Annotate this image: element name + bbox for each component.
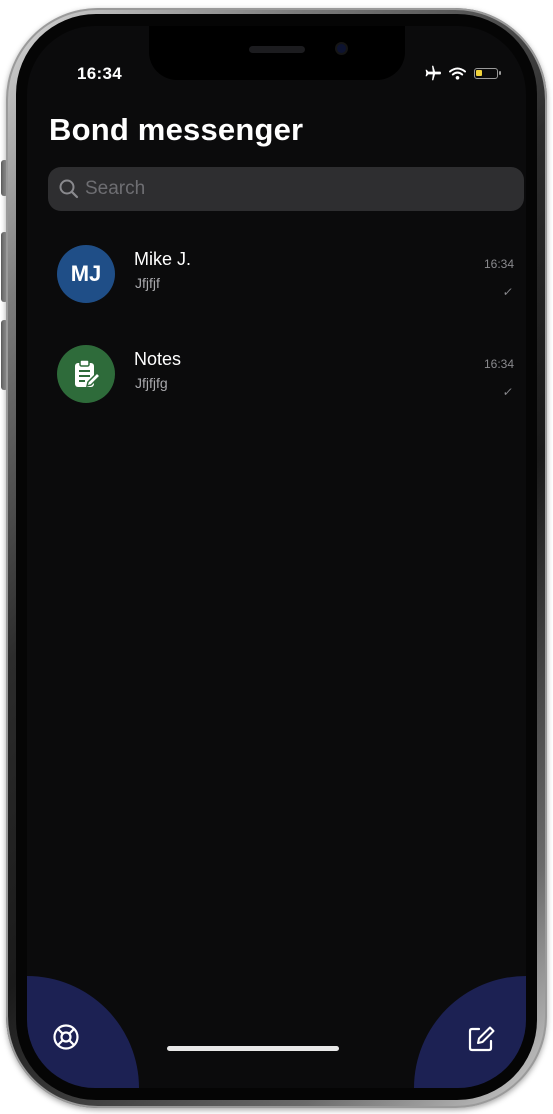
front-camera — [337, 44, 346, 53]
status-icons — [423, 62, 501, 84]
battery-cap — [499, 70, 501, 75]
settings-button[interactable] — [27, 976, 139, 1088]
app-screen: 16:34 Bond messenger Search MJ Mike J. J… — [27, 26, 526, 1088]
chat-row-notes[interactable]: Notes Jfjfjfg 16:34 ✓ — [27, 331, 526, 431]
notes-avatar — [57, 345, 115, 403]
read-check-icon: ✓ — [501, 285, 515, 299]
wifi-icon — [449, 67, 466, 80]
phone-mockup: 16:34 Bond messenger Search MJ Mike J. J… — [0, 0, 553, 1114]
page-title: Bond messenger — [49, 112, 304, 147]
chat-name: Notes — [134, 349, 182, 369]
notch — [149, 26, 405, 80]
airplane-icon — [423, 65, 441, 81]
chat-row-mike[interactable]: MJ Mike J. Jfjfjf 16:34 ✓ — [27, 231, 526, 331]
chat-list: MJ Mike J. Jfjfjf 16:34 ✓ Notes Jfjfjfg … — [27, 231, 526, 431]
read-check-icon: ✓ — [501, 385, 515, 399]
search-input[interactable] — [85, 178, 485, 200]
chat-time: 16:34 — [483, 357, 514, 371]
search-bar[interactable] — [48, 167, 524, 211]
chat-name: Mike J. — [134, 249, 192, 269]
chat-time: 16:34 — [483, 257, 514, 271]
chat-preview: Jfjfjf — [135, 275, 160, 291]
compose-button[interactable] — [414, 976, 526, 1088]
battery-level-fill — [476, 69, 482, 76]
search-icon — [59, 179, 79, 199]
chat-preview: Jfjfjfg — [135, 375, 168, 391]
avatar: MJ — [57, 245, 115, 303]
status-time: 16:34 — [77, 64, 122, 83]
earpiece-speaker — [249, 46, 305, 53]
battery-icon — [474, 67, 501, 79]
compose-icon — [468, 1026, 495, 1052]
notes-clipboard-icon — [75, 359, 102, 388]
home-indicator[interactable] — [167, 1046, 339, 1051]
settings-icon — [53, 1024, 79, 1050]
